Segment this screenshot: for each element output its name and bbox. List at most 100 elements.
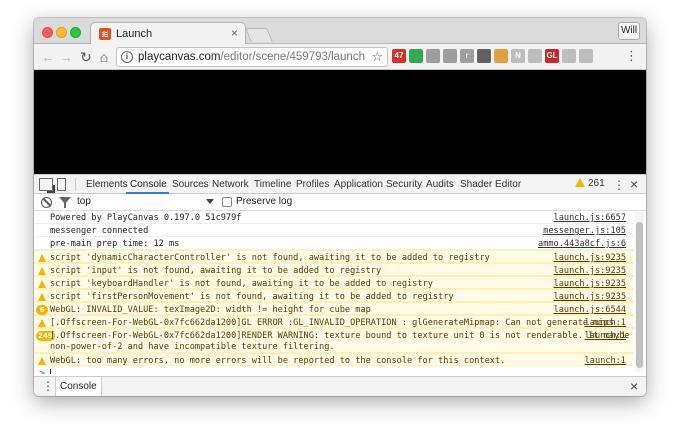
warning-icon (38, 267, 46, 275)
console-message: messenger connected messenger.js:105 (34, 224, 634, 237)
console-messages: Powered by PlayCanvas 0.197.0 51c979f lau… (34, 211, 646, 374)
console-message: script 'keyboardHandler' is not found, a… (34, 276, 634, 289)
url-text[interactable]: playcanvas.com/editor/scene/459793/launc… (138, 51, 365, 63)
browser-menu-icon[interactable]: ⋮ (625, 49, 638, 63)
gl-ext-icon[interactable]: GL (545, 49, 559, 63)
home-icon[interactable]: ⌂ (96, 49, 112, 65)
console-message: 249 [.Offscreen-For-WebGL-0x7fc662da1200]… (34, 328, 634, 353)
browser-toolbar: ← → ↻ ⌂ i playcanvas.com/editor/scene/45… (34, 44, 646, 70)
message-text: [.Offscreen-For-WebGL-0x7fc662da1200]REN… (50, 331, 630, 352)
drawer-menu-icon[interactable]: ⋮ (42, 380, 54, 393)
device-toolbar-icon[interactable] (57, 178, 66, 191)
site-info-icon[interactable]: i (121, 51, 133, 63)
source-link[interactable]: launch.js:9235 (554, 253, 626, 263)
url-host: playcanvas.com (138, 51, 221, 63)
console-scroll-thumb[interactable] (636, 222, 643, 368)
warning-icon (38, 319, 46, 327)
zoom-window-button[interactable] (70, 27, 81, 38)
close-window-button[interactable] (42, 27, 53, 38)
warning-count: 261 (588, 178, 605, 189)
clear-console-icon[interactable] (41, 197, 52, 208)
prompt-caret-icon: > (39, 368, 46, 374)
source-link[interactable]: launch:1 (585, 331, 626, 341)
tab-close-icon[interactable]: × (231, 27, 238, 40)
console-message: script 'dynamicCharacterController' is n… (34, 250, 634, 263)
tab-elements[interactable]: Elements (86, 179, 128, 190)
chevron-down-icon[interactable] (206, 199, 214, 204)
source-link[interactable]: launch.js:9235 (554, 292, 626, 302)
tab-sources[interactable]: Sources (172, 179, 209, 190)
reload-icon[interactable]: ↻ (78, 49, 94, 65)
toolbar-divider (75, 178, 76, 191)
tab-profiles[interactable]: Profiles (296, 179, 329, 190)
message-text: pre-main prep time: 12 ms (50, 239, 180, 249)
tab-network[interactable]: Network (212, 179, 249, 190)
grid-ext-icon[interactable] (562, 49, 576, 63)
console-message: script 'input' is not found, awaiting it… (34, 263, 634, 276)
gmail-ext-icon[interactable]: 47 (392, 49, 406, 63)
console-prompt[interactable]: > (34, 367, 634, 374)
console-scrollbar[interactable] (635, 212, 644, 372)
n-ext-icon[interactable]: N (511, 49, 525, 63)
source-link[interactable]: launch.js:9235 (554, 279, 626, 289)
speed-ext-icon[interactable] (494, 49, 508, 63)
url-path: /editor/scene/459793/launch (220, 51, 365, 63)
context-selector[interactable]: top (77, 196, 215, 207)
tab-title: Launch (116, 28, 153, 40)
tab-strip: ≋ Launch × Will (34, 18, 646, 45)
new-tab-button[interactable] (245, 28, 273, 42)
playcanvas-favicon-icon: ≋ (99, 28, 111, 40)
box-ext-icon[interactable] (528, 49, 542, 63)
link-ext-icon[interactable] (579, 49, 593, 63)
minimize-window-button[interactable] (56, 27, 67, 38)
repeat-count-badge: 6 (36, 305, 48, 315)
source-link[interactable]: launch:1 (585, 318, 626, 328)
page-canvas[interactable] (34, 70, 646, 174)
source-link[interactable]: launch:1 (585, 356, 626, 366)
source-link[interactable]: messenger.js:105 (543, 226, 626, 236)
console-message: [.Offscreen-For-WebGL-0x7fc662da1200]GL … (34, 315, 634, 328)
chat-ext-icon[interactable] (443, 49, 457, 63)
drawer-tab-console[interactable]: Console (55, 377, 102, 396)
preserve-log-checkbox[interactable] (222, 197, 232, 207)
console-message: pre-main prep time: 12 ms ammo.443a8cf.js… (34, 237, 634, 250)
tab-timeline[interactable]: Timeline (254, 179, 291, 190)
warning-icon (38, 293, 46, 301)
source-link[interactable]: launch.js:9235 (554, 266, 626, 276)
tab-security[interactable]: Security (386, 179, 422, 190)
preserve-log-label[interactable]: Preserve log (236, 196, 292, 207)
devtools-drawer: ⋮ Console × (34, 376, 646, 396)
warning-icon (38, 357, 46, 365)
inspect-element-icon[interactable] (39, 178, 53, 191)
devtools-menu-icon[interactable]: ⋮ (613, 178, 625, 192)
console-message: Powered by PlayCanvas 0.197.0 51c979f lau… (34, 211, 634, 224)
back-arrow-icon[interactable]: ← (40, 49, 56, 65)
bookmark-star-icon[interactable]: ☆ (371, 49, 383, 65)
devtools-close-icon[interactable]: × (630, 176, 638, 192)
browser-window: ≋ Launch × Will ← → ↻ ⌂ i playcanvas.com… (34, 18, 646, 396)
forward-arrow-icon[interactable]: → (58, 49, 74, 65)
tab-audits[interactable]: Audits (426, 179, 454, 190)
source-link[interactable]: launch.js:6544 (554, 305, 626, 315)
console-message: 6 WebGL: INVALID_VALUE: texImage2D: width… (34, 302, 634, 315)
console-message: WebGL: too many errors, no more errors w… (34, 353, 634, 366)
address-bar[interactable]: i playcanvas.com/editor/scene/459793/lau… (116, 47, 388, 67)
filter-icon[interactable] (59, 197, 71, 208)
tab-application[interactable]: Application (334, 179, 383, 190)
warning-counter[interactable]: 261 (575, 178, 605, 189)
cast-ext-icon[interactable] (426, 49, 440, 63)
square-ext-icon[interactable] (477, 49, 491, 63)
drawer-close-icon[interactable]: × (630, 378, 638, 394)
tab-console[interactable]: Console (130, 179, 167, 190)
warning-icon (575, 178, 585, 187)
browser-tab-launch[interactable]: ≋ Launch × (90, 22, 246, 45)
source-link[interactable]: launch.js:6657 (554, 213, 626, 223)
r-ext-icon[interactable]: r (460, 49, 474, 63)
source-link[interactable]: ammo.443a8cf.js:6 (538, 239, 626, 249)
tab-shader-editor[interactable]: Shader Editor (460, 179, 521, 190)
console-message: script 'firstPersonMovement' is not foun… (34, 289, 634, 302)
message-text: Powered by PlayCanvas 0.197.0 51c979f (50, 213, 242, 223)
devtools-tab-bar: Elements Console Sources Network Timeline Pro… (34, 174, 646, 194)
location-ext-icon[interactable] (409, 49, 423, 63)
profile-button[interactable]: Will (618, 22, 640, 40)
